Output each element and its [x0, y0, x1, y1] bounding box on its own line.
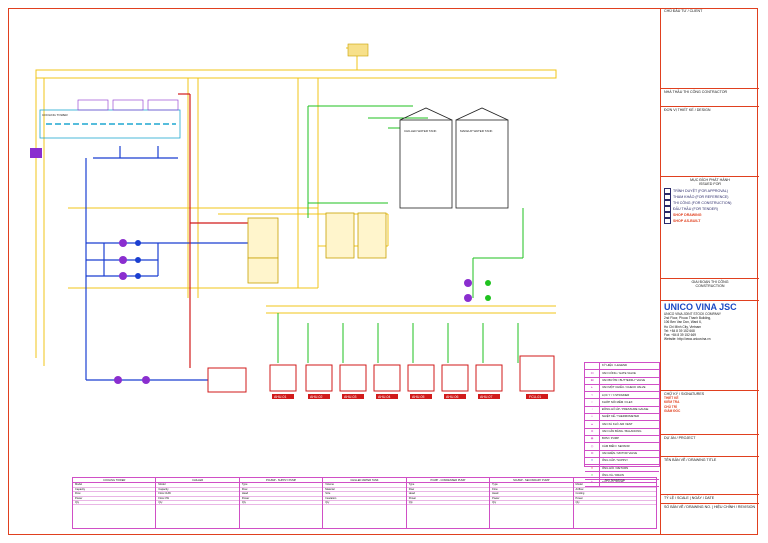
- legend-item: ⊠ VAN ĐIỆN / MOTOR VALVE: [585, 450, 659, 458]
- drawing-number-cell: SỐ BẢN VẼ / DRAWING NO. | HIỆU CHỈNH / R…: [661, 503, 759, 535]
- fcu-tag: FCU-01: [529, 395, 541, 399]
- company-cell: UNICO VINA JSC UNICO VINA JOINT STOCK CO…: [661, 300, 759, 380]
- control-panel-icon: [30, 148, 42, 158]
- ahu-1-tag: AHU-01: [274, 395, 287, 399]
- stage-cell: GIAI ĐOẠN THI CÔNG CONSTRUCTION: [661, 278, 759, 300]
- legend-item: Y LỌC Y / Y-STRAINER: [585, 392, 659, 400]
- company-logo: UNICO VINA JSC: [664, 302, 737, 312]
- legend-item: ━ ỐNG HỒI / RETURN: [585, 465, 659, 473]
- legend-item: ≈ KHỚP NỐI MỀM / FLEX: [585, 399, 659, 407]
- chiller-units: [247, 212, 387, 284]
- cooling-tower-label: COOLING TOWER: [42, 113, 69, 117]
- ahu-7-tag: AHU-07: [480, 395, 493, 399]
- makeup-water-tank: MAKEUP WATER TANK: [455, 107, 509, 209]
- schedule-column: CHILLER Model Capacity Flow CHW Flow CW …: [156, 478, 240, 528]
- equipment-schedule: COOLING TOWER Model Capacity Flow Power …: [72, 477, 657, 529]
- design-cell: ĐƠN VỊ THIẾT KẾ / DESIGN: [661, 106, 759, 176]
- ahu-4-tag: AHU-04: [378, 395, 391, 399]
- issued-for-cell: MỤC ĐÍCH PHÁT HÀNH ISSUED FOR TRÌNH DUYỆ…: [661, 176, 759, 242]
- title-block: CHỦ ĐẦU TƯ / CLIENT NHÀ THẦU THI CÔNG CO…: [660, 8, 759, 535]
- makeup-pump-group: [464, 279, 491, 302]
- schedule-column: CHILLED WATER TANK Volume Material Size …: [323, 478, 407, 528]
- cooling-tower: COOLING TOWER: [39, 99, 181, 139]
- legend-item: ┴ NHIỆT KẾ / THERMOMETER: [585, 414, 659, 422]
- chilled-pump-group: [114, 239, 150, 384]
- tank-2-label: MAKEUP WATER TANK: [460, 129, 493, 133]
- legend-item: ◎ CẢM BIẾN / SENSOR: [585, 443, 659, 451]
- ahu-row: [269, 355, 555, 392]
- chilled-water-tank: CHILLED WATER TANK: [399, 107, 453, 209]
- legend-heading: KÝ HIỆU / LEGEND: [585, 363, 659, 371]
- legend-item: ⧓ VAN BƯỚM / BUTTERFLY VALVE: [585, 377, 659, 385]
- project-cell: DỰ ÁN / PROJECT: [661, 434, 759, 456]
- schedule-column: SCHWP - SECONDARY PUMP Type Flow Head Po…: [490, 478, 574, 528]
- schedule-column: AHU SCHEDULE Model Airflow Cooling Power…: [573, 478, 656, 528]
- client-cell: CHỦ ĐẦU TƯ / CLIENT: [664, 9, 703, 13]
- legend-item: ▸ VAN MỘT CHIỀU / CHECK VALVE: [585, 384, 659, 393]
- ahu-5-tag: AHU-05: [412, 395, 425, 399]
- tank-1-label: CHILLED WATER TANK: [404, 129, 437, 133]
- piping-schematic: COOLING TOWER CHILLED WATER TANK MAKEUP …: [30, 43, 557, 399]
- chilled-supply-pipes: [85, 146, 248, 381]
- fcu-box: [207, 367, 247, 393]
- legend-item: ▲ VAN XẢ KHÍ / AIR VENT: [585, 421, 659, 429]
- ahu-6-tag: AHU-06: [446, 395, 459, 399]
- legend-item: ⊗ VAN CÂN BẰNG / BALANCING: [585, 428, 659, 436]
- scale-date-cell: TỶ LỆ / SCALE | NGÀY / DATE: [661, 494, 759, 503]
- legend-item: ⋈ VAN CỔNG / GATE VALVE: [585, 370, 659, 378]
- drawing-title-cell: TÊN BẢN VẼ / DRAWING TITLE: [661, 456, 759, 481]
- schedule-column: COOLING TOWER Model Capacity Flow Power …: [73, 478, 157, 528]
- legend-item: ◉ BƠM / PUMP: [585, 435, 659, 444]
- schedule-column: PCWP - CONDENSER PUMP Type Flow Head Pow…: [406, 478, 491, 528]
- legend-item: ◔ ĐỒNG HỒ ÁP / PRESSURE GAUGE: [585, 406, 659, 415]
- schedule-column: PCHWP - SUPPLY PUMP Type Flow Head Power…: [239, 478, 324, 528]
- ahu-2-tag: AHU-02: [310, 395, 323, 399]
- contractor-cell: NHÀ THẦU THI CÔNG CONTRACTOR: [661, 88, 759, 106]
- ahu-3-tag: AHU-03: [344, 395, 357, 399]
- signatures-cell: CHỮ KÝ / SIGNATURES THIẾT KẾ KIỂM TRA CH…: [661, 390, 759, 434]
- expansion-tank-icon: [347, 43, 369, 57]
- legend-table: KÝ HIỆU / LEGEND ⋈ VAN CỔNG / GATE VALVE …: [584, 362, 660, 488]
- legend-item: ━ ỐNG CẤP / SUPPLY: [585, 457, 659, 466]
- as-built-checkbox[interactable]: [664, 218, 671, 225]
